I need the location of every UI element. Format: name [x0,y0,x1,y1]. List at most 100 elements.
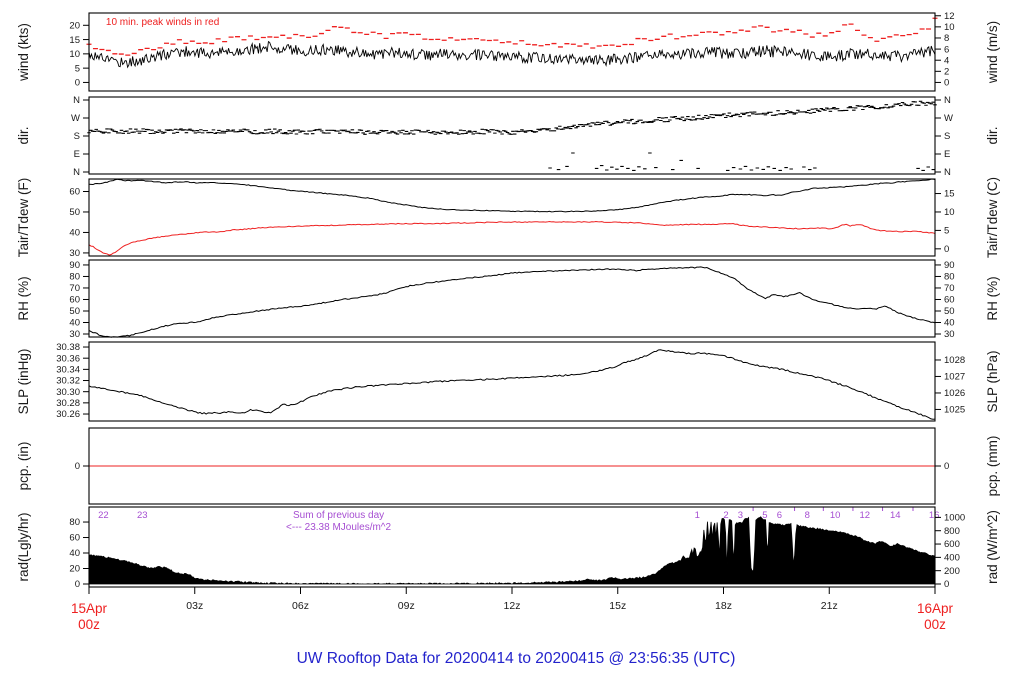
x-end-hour-label: 00z [924,617,946,632]
x-tick-label: 18z [715,600,732,612]
series-solar_rad_wm2 [88,516,936,585]
left-tick-label-rh: 70 [69,283,80,294]
right-tick-label-slp: 1028 [944,355,965,366]
right-tick-label-wind: 10 [944,22,955,33]
x-tick-label: 15z [609,600,626,612]
x-end-date-label: 16Apr [917,601,954,616]
left-tick-label-rh: 90 [69,260,80,271]
left-tick-label-slp: 30.34 [56,365,80,376]
x-start-date-label: 15Apr [71,601,108,616]
left-axis-title-dir: dir. [16,126,31,144]
right-tick-label-wind: 8 [944,33,949,44]
rad-sum-note-line1: Sum of previous day [293,510,384,521]
rad-milestone-label: 12 [859,510,870,521]
right-axis-title-slp: SLP (hPa) [985,350,1000,412]
left-tick-label-rad: 40 [69,548,80,559]
left-tick-label-slp: 30.28 [56,398,80,409]
rad-milestone-label: 1 [695,510,700,521]
left-tick-label-rad: 0 [75,579,80,590]
left-tick-label-slp: 30.38 [56,342,80,353]
left-tick-label-dir: S [74,131,80,142]
rad-milestone-label: 6 [777,510,782,521]
left-axis-title-rad: rad(Lgly/hr) [16,512,31,581]
left-axis-title-temp: Tair/Tdew (F) [16,178,31,258]
right-tick-label-rh: 30 [944,329,955,340]
weather-panels-plot: UW Rooftop Data for 20200414 to 20200415… [16,11,1000,667]
left-tick-label-slp: 30.36 [56,353,80,364]
right-tick-label-temp: 15 [944,189,955,200]
right-tick-label-rh: 40 [944,318,955,329]
right-tick-label-slp: 1027 [944,372,965,383]
left-tick-label-rh: 60 [69,295,80,306]
right-tick-label-rh: 70 [944,283,955,294]
right-tick-label-dir: E [944,149,950,160]
left-tick-label-rh: 40 [69,318,80,329]
right-axis-title-pcp: pcp. (mm) [985,436,1000,497]
right-tick-label-temp: 10 [944,207,955,218]
right-tick-label-dir: N [944,167,951,178]
right-tick-label-rad: 0 [944,579,949,590]
series-wind_avg_kts [88,40,936,69]
left-tick-label-wind: 0 [75,78,80,89]
right-tick-label-rad: 600 [944,539,960,550]
right-tick-label-dir: S [944,131,950,142]
series-slp_inhg [88,349,936,420]
panel-box-dir [88,96,936,175]
right-tick-label-wind: 2 [944,67,949,78]
right-axis-title-rh: RH (%) [985,276,1000,320]
rad-milestone-label: 16 [929,510,940,521]
right-tick-label-rh: 50 [944,306,955,317]
x-tick-label: 12z [504,600,521,612]
x-start-hour-label: 00z [78,617,100,632]
x-tick-label: 21z [821,600,838,612]
right-axis-title-temp: Tair/Tdew (C) [985,177,1000,258]
left-tick-label-wind: 20 [69,20,80,31]
right-tick-label-rad: 1000 [944,513,965,524]
right-tick-label-wind: 0 [944,78,949,89]
right-tick-label-pcp: 0 [944,461,949,472]
left-tick-label-dir: N [73,95,80,106]
right-tick-label-dir: W [944,113,953,124]
right-tick-label-rad: 200 [944,566,960,577]
left-tick-label-wind: 5 [75,63,80,74]
right-tick-label-temp: 0 [944,244,949,255]
right-tick-label-rh: 60 [944,295,955,306]
panel-box-slp [88,341,936,422]
rad-milestone-label: 8 [805,510,810,521]
uw-rooftop-weather-figure: UW Rooftop Data for 20200414 to 20200415… [0,0,1024,700]
right-tick-label-rad: 800 [944,526,960,537]
right-tick-label-rh: 90 [944,260,955,271]
right-axis-title-rad: rad (W/m^2) [985,510,1000,584]
figure-title: UW Rooftop Data for 20200414 to 20200415… [297,650,736,667]
left-axis-title-wind: wind (kts) [16,23,31,82]
right-axis-title-dir: dir. [985,126,1000,144]
left-tick-label-rh: 30 [69,329,80,340]
left-tick-label-rad: 20 [69,564,80,575]
series-rh_pct [88,266,936,338]
rad-milestone-label: 22 [98,510,109,521]
right-tick-label-wind: 4 [944,55,949,66]
rad-sum-note-line2: <--- 23.38 MJoules/m^2 [286,522,391,533]
left-tick-label-temp: 40 [69,228,80,239]
right-tick-label-rh: 80 [944,272,955,283]
x-tick-label: 03z [186,600,203,612]
right-tick-label-slp: 1026 [944,388,965,399]
left-axis-title-slp: SLP (inHg) [16,349,31,415]
right-tick-label-rad: 400 [944,553,960,564]
right-axis-title-wind: wind (m/s) [985,21,1000,84]
rad-milestone-label: 14 [890,510,901,521]
left-tick-label-dir: E [74,149,80,160]
left-tick-label-rad: 60 [69,533,80,544]
peak-winds-annotation: 10 min. peak winds in red [106,17,219,28]
rad-milestone-label: 10 [830,510,841,521]
left-tick-label-slp: 30.26 [56,409,80,420]
left-axis-title-rh: RH (%) [16,276,31,320]
series-tdew_f [88,221,936,256]
rad-milestone-label: 23 [137,510,148,521]
left-tick-label-temp: 50 [69,207,80,218]
left-tick-label-wind: 10 [69,49,80,60]
panel-box-temp [88,178,936,257]
left-tick-label-slp: 30.30 [56,387,80,398]
left-tick-label-rad: 80 [69,517,80,528]
panel-box-rh [88,259,936,338]
